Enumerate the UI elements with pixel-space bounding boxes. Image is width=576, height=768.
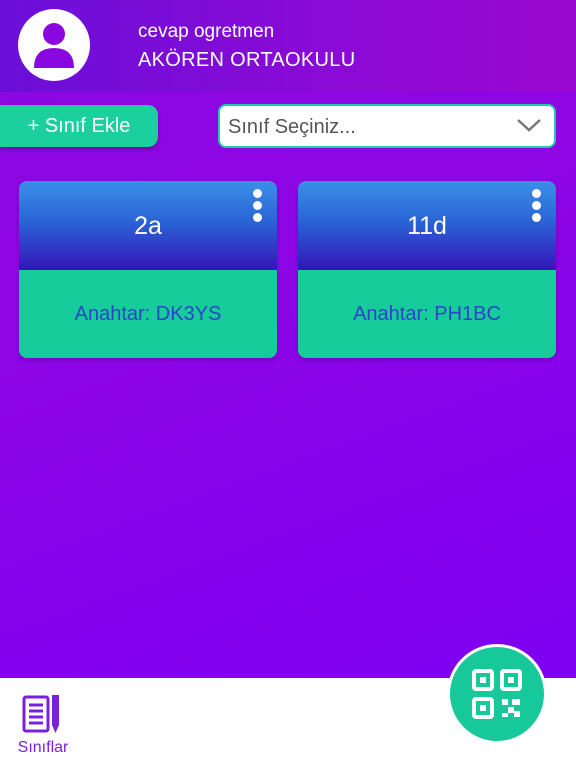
user-name: cevap ogretmen: [138, 21, 275, 42]
nav-item-classes[interactable]: Sınıflar: [12, 693, 74, 761]
class-key: Anahtar: DK3YS: [74, 302, 222, 325]
class-card-header: 11d: [298, 181, 556, 270]
kebab-menu-icon[interactable]: [532, 189, 542, 225]
class-name: 2a: [134, 212, 162, 240]
class-card-footer: Anahtar: PH1BC: [298, 270, 556, 358]
chevron-down-icon: [517, 119, 541, 132]
class-select-placeholder: Sınıf Seçiniz...: [228, 116, 356, 138]
notebook-pencil-icon: [22, 695, 59, 733]
class-card-header: 2a: [19, 181, 277, 270]
user-icon: [34, 23, 74, 68]
class-name: 11d: [407, 212, 447, 240]
qr-code-icon: [472, 669, 522, 719]
class-card-footer: Anahtar: DK3YS: [19, 270, 277, 358]
header: cevap ogretmen AKÖREN ORTAOKULU: [0, 0, 576, 92]
class-select[interactable]: Sınıf Seçiniz...: [218, 104, 556, 148]
add-class-button[interactable]: + Sınıf Ekle: [0, 105, 158, 147]
qr-scan-button[interactable]: [447, 644, 547, 744]
avatar[interactable]: [18, 9, 90, 81]
class-card[interactable]: 2a Anahtar: DK3YS: [19, 181, 277, 358]
school-name: AKÖREN ORTAOKULU: [138, 49, 356, 71]
class-key: Anahtar: PH1BC: [353, 302, 501, 325]
nav-item-label: Sınıflar: [17, 739, 69, 756]
class-card[interactable]: 11d Anahtar: PH1BC: [298, 181, 556, 358]
kebab-menu-icon[interactable]: [253, 189, 263, 225]
